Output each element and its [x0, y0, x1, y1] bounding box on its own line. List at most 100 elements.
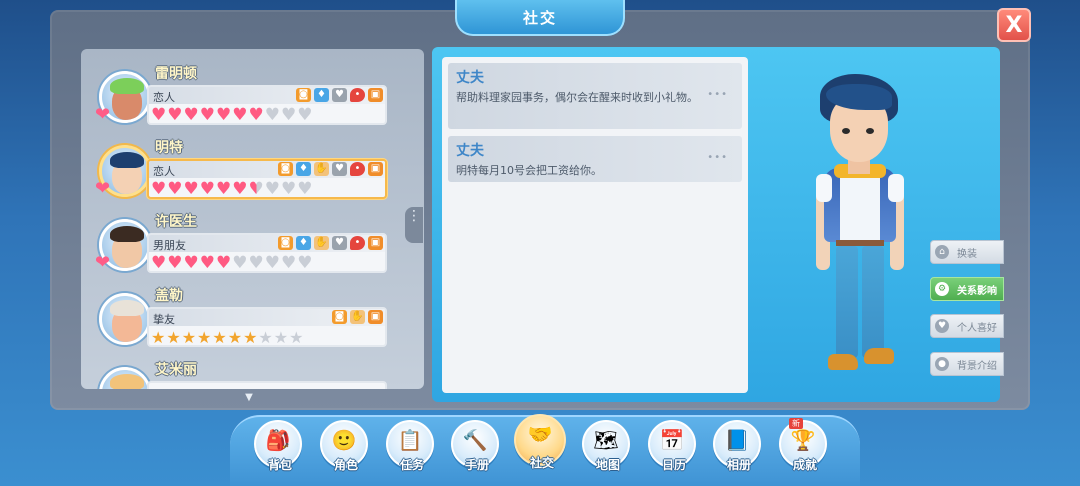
relation-label: 恋人: [153, 91, 175, 104]
character-model: [800, 70, 920, 390]
hanger-icon: ⌂: [935, 245, 949, 259]
heart-icon: ♥: [332, 88, 347, 102]
backpack-icon: 🎒: [265, 428, 291, 452]
background-button[interactable]: ● 背景介绍: [930, 352, 1004, 376]
side-button-label: 关系影响: [957, 285, 997, 297]
hammer-icon: 🔨: [462, 428, 488, 452]
calendar-icon: 📅: [659, 428, 685, 452]
npc-list[interactable]: ❤ 雷明顿 恋人 ◙ ♦ ♥ • ▣ ♥ ♥ ♥ ♥ ♥ ♥ ♥ ♥ ♥ ♥ ❤ 明特 恋人: [81, 49, 424, 389]
clipboard-icon: 📋: [397, 428, 423, 452]
gift-icon: ▣: [368, 88, 383, 102]
heart-badge-icon: ❤: [95, 104, 111, 125]
talk-icon: •: [350, 88, 365, 102]
effect-desc: 帮助料理家园事务，偶尔会在醒来时收到小礼物。: [456, 91, 698, 104]
nav-album[interactable]: 📘 相册: [713, 420, 761, 472]
gear-icon: ⚙: [935, 282, 949, 296]
npc-card: 恋人 ◙ ♦ ✋ ♥ • ▣ ♥ ♥ ♥ ♥ ♥ ♥ ♥ ♥ ♥ ♥: [147, 159, 387, 199]
npc-card: 恋人 ◙ ♦ ♥ • ▣ ♥ ♥ ♥ ♥ ♥ ♥ ♥ ♥ ♥ ♥: [147, 85, 387, 125]
effect-card: 丈夫 明特每月10号会把工资给你。 •••: [448, 136, 742, 182]
affection-hearts: ♥ ♥ ♥ ♥ ♥ ♥ ♥ ♥ ♥ ♥: [151, 179, 313, 199]
change-outfit-button[interactable]: ⌂ 换装: [930, 240, 1004, 264]
npc-name: 明特: [155, 140, 183, 156]
preferences-button[interactable]: ♥ 个人喜好: [930, 314, 1004, 338]
nav-label: 相册: [726, 458, 751, 472]
panel-handle[interactable]: ⋮: [405, 207, 423, 243]
nav-label: 手册: [464, 458, 489, 472]
npc-item-mingte[interactable]: ❤ 明特 恋人 ◙ ♦ ✋ ♥ • ▣ ♥ ♥ ♥ ♥ ♥ ♥ ♥ ♥ ♥ ♥: [95, 137, 413, 203]
more-icon: •••: [707, 89, 728, 100]
heart-icon: ♥: [332, 236, 347, 250]
hand-icon: ✋: [314, 162, 329, 176]
handshake-icon: 🤝: [527, 422, 553, 446]
side-button-label: 背景介绍: [957, 360, 997, 372]
photo-icon: ◙: [278, 236, 293, 250]
heart-badge-icon: ❤: [95, 252, 111, 273]
hand-icon: ✋: [314, 236, 329, 250]
nav-label: 角色: [333, 458, 358, 472]
effect-title: 丈夫: [456, 143, 484, 159]
character-icon: 🙂: [331, 428, 357, 452]
heart-icon: ♥: [935, 319, 949, 333]
nav-social[interactable]: 🤝 社交: [514, 414, 566, 470]
nav-label: 日历: [661, 458, 686, 472]
shirt-icon: ♦: [296, 162, 311, 176]
npc-name: 盖勒: [155, 288, 183, 304]
close-button[interactable]: X: [997, 8, 1031, 42]
nav-character[interactable]: 🙂 角色: [320, 420, 368, 472]
affection-hearts: ♥ ♥ ♥ ♥ ♥ ♥ ♥ ♥ ♥ ♥: [151, 105, 313, 125]
npc-card: 挚友 ◙ ✋ ▣ ★ ★ ★ ★ ★ ★ ★ ★ ★ ★: [147, 307, 387, 347]
nav-achievements[interactable]: 新 🏆 成就: [779, 418, 827, 472]
npc-item-aimili[interactable]: 艾米丽: [95, 359, 413, 389]
album-icon: 📘: [724, 428, 750, 452]
npc-icons: ◙ ♦ ✋ ♥ • ▣: [278, 162, 383, 176]
nav-map[interactable]: 🗺 地图: [582, 420, 630, 472]
photo-icon: ◙: [332, 310, 347, 324]
heart-badge-icon: ❤: [95, 178, 111, 199]
avatar: [99, 293, 151, 345]
gift-icon: ▣: [368, 310, 383, 324]
avatar: [99, 367, 151, 389]
window-title: 社交: [455, 0, 625, 36]
talk-icon: •: [350, 236, 365, 250]
side-button-label: 换装: [957, 248, 977, 260]
shirt-icon: ♦: [314, 88, 329, 102]
nav-label: 地图: [595, 458, 620, 472]
shirt-icon: ♦: [296, 236, 311, 250]
affection-hearts: ♥ ♥ ♥ ♥ ♥ ♥ ♥ ♥ ♥ ♥: [151, 253, 313, 273]
person-icon: ●: [935, 357, 949, 371]
effect-desc: 明特每月10号会把工资给你。: [456, 164, 602, 177]
photo-icon: ◙: [278, 162, 293, 176]
more-icon: •••: [707, 152, 728, 163]
npc-name: 许医生: [155, 214, 197, 230]
photo-icon: ◙: [296, 88, 311, 102]
npc-item-gaile[interactable]: 盖勒 挚友 ◙ ✋ ▣ ★ ★ ★ ★ ★ ★ ★ ★ ★ ★: [95, 285, 413, 351]
relationship-effect-button[interactable]: ⚙ 关系影响: [930, 277, 1004, 301]
nav-tasks[interactable]: 📋 任务: [386, 420, 434, 472]
npc-name: 艾米丽: [155, 362, 197, 378]
nav-label: 社交: [529, 456, 554, 470]
nav-backpack[interactable]: 🎒 背包: [254, 420, 302, 472]
friendship-stars: ★ ★ ★ ★ ★ ★ ★ ★ ★ ★: [151, 328, 304, 347]
talk-icon: •: [350, 162, 365, 176]
npc-icons: ◙ ✋ ▣: [332, 310, 383, 324]
relation-label: 挚友: [153, 313, 175, 326]
npc-item-xuyisheng[interactable]: ❤ 许医生 男朋友 ◙ ♦ ✋ ♥ • ▣ ♥ ♥ ♥ ♥ ♥ ♥ ♥ ♥ ♥ ♥: [95, 211, 413, 277]
relation-label: 男朋友: [153, 239, 186, 252]
scroll-down-icon[interactable]: ▼: [242, 392, 256, 403]
nav-calendar[interactable]: 📅 日历: [648, 420, 696, 472]
npc-icons: ◙ ♦ ✋ ♥ • ▣: [278, 236, 383, 250]
npc-name: 雷明顿: [155, 66, 197, 82]
npc-card: 男朋友 ◙ ♦ ✋ ♥ • ▣ ♥ ♥ ♥ ♥ ♥ ♥ ♥ ♥ ♥ ♥: [147, 233, 387, 273]
map-icon: 🗺: [593, 428, 619, 452]
effect-card: 丈夫 帮助料理家园事务，偶尔会在醒来时收到小礼物。 •••: [448, 63, 742, 129]
nav-label: 成就: [792, 458, 817, 472]
hand-icon: ✋: [350, 310, 365, 324]
gift-icon: ▣: [368, 162, 383, 176]
npc-item-leimingdun[interactable]: ❤ 雷明顿 恋人 ◙ ♦ ♥ • ▣ ♥ ♥ ♥ ♥ ♥ ♥ ♥ ♥ ♥ ♥: [95, 63, 413, 129]
nav-label: 背包: [267, 458, 292, 472]
nav-label: 任务: [399, 458, 424, 472]
trophy-icon: 🏆: [790, 428, 816, 452]
npc-icons: ◙ ♦ ♥ • ▣: [296, 88, 383, 102]
npc-card: [147, 381, 387, 389]
nav-handbook[interactable]: 🔨 手册: [451, 420, 499, 472]
